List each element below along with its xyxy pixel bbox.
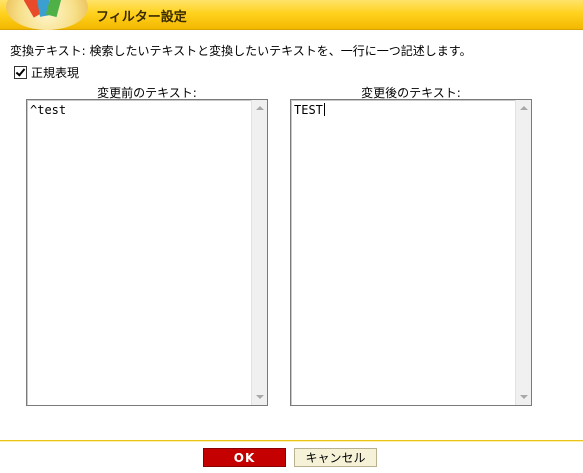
- cancel-button[interactable]: キャンセル: [294, 448, 377, 467]
- after-scrollbar[interactable]: [515, 100, 531, 405]
- app-logo-icon: [6, 0, 88, 30]
- scroll-down-icon[interactable]: [256, 395, 264, 399]
- text-caret: [323, 103, 325, 116]
- scroll-up-icon[interactable]: [520, 106, 528, 110]
- before-textarea[interactable]: ^test: [26, 99, 268, 406]
- checkbox-checked-icon[interactable]: [14, 66, 27, 79]
- footer-divider-highlight: [0, 441, 583, 442]
- window-title: フィルター設定: [96, 10, 187, 25]
- before-scrollbar[interactable]: [251, 100, 267, 405]
- regex-checkbox[interactable]: 正規表現: [14, 64, 79, 81]
- scroll-up-icon[interactable]: [256, 106, 264, 110]
- after-text-value: TEST: [294, 103, 323, 117]
- before-text-value: ^test: [30, 103, 67, 117]
- regex-label: 正規表現: [31, 66, 80, 80]
- after-text-wrap: TEST: [294, 103, 325, 117]
- description-text: 変換テキスト: 検索したいテキストと変換したいテキストを、一行に一つ記述します。: [10, 44, 472, 58]
- title-bar: フィルター設定: [0, 0, 583, 30]
- ok-button[interactable]: OK: [203, 448, 286, 467]
- after-textarea[interactable]: TEST: [290, 99, 532, 406]
- scroll-down-icon[interactable]: [520, 395, 528, 399]
